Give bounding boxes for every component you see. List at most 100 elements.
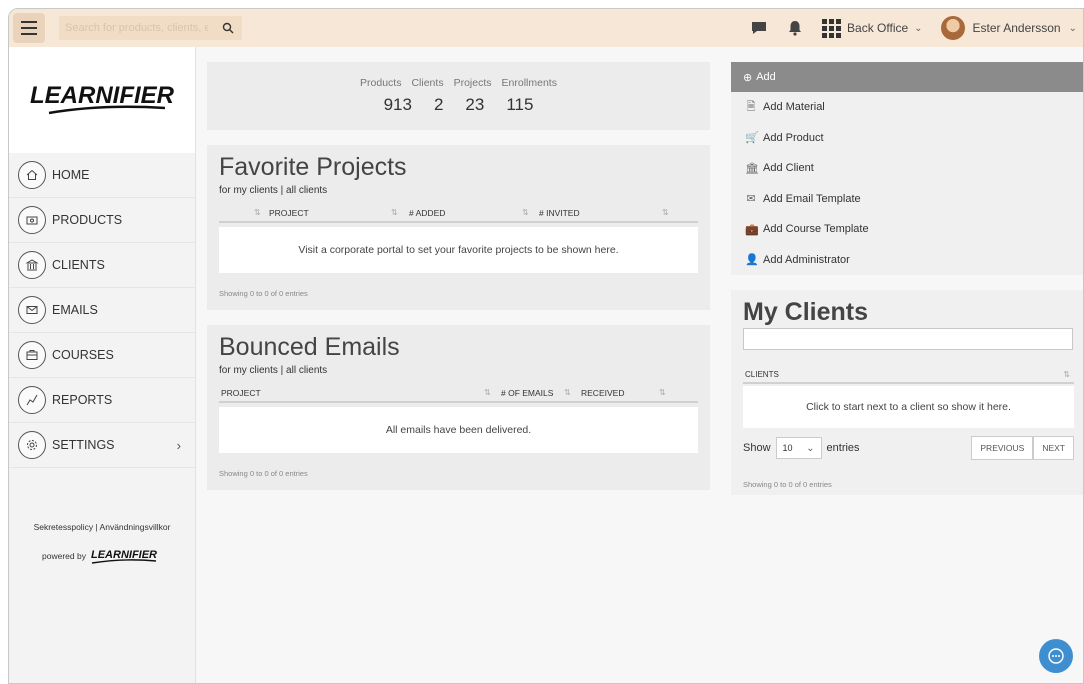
- entries-label: entries: [826, 442, 860, 454]
- envelope-icon: ✉: [746, 193, 756, 206]
- empty-table-message: Visit a corporate portal to set your fav…: [219, 227, 698, 273]
- add-material-link[interactable]: 🗎 Add Material: [731, 92, 1083, 123]
- learnifier-small-logo: LEARNIFIER: [91, 549, 157, 564]
- table-info: Showing 0 to 0 of 0 entries: [219, 469, 308, 478]
- back-office-label: Back Office: [847, 21, 909, 35]
- plus-circle-icon: ⊕: [743, 71, 753, 84]
- search-input[interactable]: [59, 16, 214, 40]
- stat-value-enrollments: 115: [506, 95, 534, 114]
- chevron-down-icon: ⌄: [914, 22, 923, 34]
- chevron-right-icon: ›: [176, 437, 181, 453]
- column-header-emails[interactable]: # OF EMAILS: [501, 388, 553, 398]
- legal-links[interactable]: Sekretesspolicy | Användningsvillkor: [9, 522, 195, 532]
- sidebar-item-emails[interactable]: EMAILS: [9, 288, 195, 333]
- sidebar-item-label: REPORTS: [52, 393, 113, 407]
- sidebar-item-home[interactable]: HOME: [9, 153, 195, 198]
- chevron-down-icon: ⌄: [1068, 22, 1077, 34]
- stat-value-products: 913: [383, 95, 412, 114]
- clients-search-input[interactable]: [743, 328, 1073, 350]
- svg-text:LEARNIFIER: LEARNIFIER: [91, 549, 157, 561]
- stat-label-enrollments: Enrollments: [501, 77, 557, 89]
- search-icon[interactable]: [214, 16, 242, 40]
- add-course-template-link[interactable]: 💼 Add Course Template: [731, 214, 1083, 245]
- learnifier-logo[interactable]: LEARNIFIER: [9, 47, 195, 153]
- bell-icon[interactable]: [786, 19, 804, 37]
- column-header-invited[interactable]: # INVITED: [539, 208, 580, 218]
- bounced-emails-panel: Bounced Emails for my clients | all clie…: [207, 325, 710, 490]
- column-header-added[interactable]: # ADDED: [409, 208, 445, 218]
- add-menu-title: Add: [756, 71, 776, 83]
- table-header: CLIENTS ⇅: [743, 362, 1074, 384]
- favorite-projects-panel: Favorite Projects for my clients | all c…: [207, 145, 710, 310]
- empty-table-message: Click to start next to a client so show …: [743, 386, 1074, 428]
- sort-icon[interactable]: ⇅: [254, 208, 261, 217]
- sort-icon[interactable]: ⇅: [522, 208, 529, 217]
- stat-label-projects: Projects: [453, 77, 492, 89]
- add-administrator-link[interactable]: 👤 Add Administrator: [731, 245, 1083, 276]
- column-header-clients[interactable]: CLIENTS: [745, 370, 779, 379]
- stats-panel: Products Clients Projects Enrollments 91…: [207, 62, 710, 130]
- sort-icon[interactable]: ⇅: [484, 388, 491, 397]
- add-email-template-link[interactable]: ✉ Add Email Template: [731, 184, 1083, 215]
- chat-icon[interactable]: [750, 19, 768, 37]
- table-info: Showing 0 to 0 of 0 entries: [743, 480, 832, 489]
- user-menu[interactable]: Ester Andersson ⌄: [940, 16, 1077, 40]
- sidebar-item-clients[interactable]: CLIENTS: [9, 243, 195, 288]
- powered-by: powered by LEARNIFIER: [9, 546, 195, 566]
- add-product-label: Add Product: [763, 131, 824, 144]
- sidebar-item-label: SETTINGS: [52, 438, 115, 452]
- add-menu-header: ⊕ Add: [731, 62, 1083, 92]
- column-header-project[interactable]: PROJECT: [221, 388, 261, 398]
- pagination: PREVIOUS NEXT: [971, 436, 1074, 460]
- sidebar-item-label: EMAILS: [52, 303, 98, 317]
- home-icon: [18, 161, 46, 189]
- support-chat-icon[interactable]: [1039, 639, 1073, 673]
- next-button[interactable]: NEXT: [1033, 436, 1074, 460]
- sort-icon[interactable]: ⇅: [659, 388, 666, 397]
- user-plus-icon: 👤: [745, 254, 759, 267]
- envelope-icon: [18, 296, 46, 324]
- gear-icon: [18, 431, 46, 459]
- show-label: Show: [743, 442, 771, 454]
- sort-icon[interactable]: ⇅: [564, 388, 571, 397]
- cart-icon: 🛒: [745, 132, 759, 145]
- sidebar-item-settings[interactable]: SETTINGS ›: [9, 423, 195, 468]
- sidebar-item-label: PRODUCTS: [52, 213, 123, 227]
- previous-button[interactable]: PREVIOUS: [971, 436, 1034, 460]
- favorite-projects-title: Favorite Projects: [219, 153, 407, 181]
- column-header-project[interactable]: PROJECT: [269, 208, 309, 218]
- table-header: PROJECT ⇅ # OF EMAILS ⇅ RECEIVED ⇅: [219, 383, 698, 403]
- client-filter-links[interactable]: for my clients | all clients: [219, 365, 327, 376]
- user-name: Ester Andersson: [972, 21, 1061, 35]
- sidebar-item-reports[interactable]: REPORTS: [9, 378, 195, 423]
- add-email-template-label: Add Email Template: [763, 192, 861, 205]
- back-office-switcher[interactable]: Back Office ⌄: [822, 18, 923, 38]
- sort-icon[interactable]: ⇅: [391, 208, 398, 217]
- add-administrator-label: Add Administrator: [763, 253, 850, 266]
- sidebar-item-products[interactable]: PRODUCTS: [9, 198, 195, 243]
- sidebar-item-courses[interactable]: COURSES: [9, 333, 195, 378]
- briefcase-icon: [18, 341, 46, 369]
- sort-icon[interactable]: ⇅: [662, 208, 669, 217]
- chevron-down-icon: ⌄: [806, 442, 815, 454]
- add-menu-panel: ⊕ Add 🗎 Add Material 🛒 Add Product 🏛 Add Cl…: [731, 62, 1083, 276]
- my-clients-title: My Clients: [743, 298, 869, 326]
- stat-label-products: Products: [360, 77, 402, 89]
- add-course-template-label: Add Course Template: [763, 223, 869, 236]
- stat-value-clients: 2: [433, 95, 444, 114]
- menu-toggle-icon[interactable]: [13, 13, 45, 43]
- sort-icon[interactable]: ⇅: [1063, 370, 1070, 379]
- bounced-emails-title: Bounced Emails: [219, 333, 400, 361]
- column-header-received[interactable]: RECEIVED: [581, 388, 624, 398]
- app-frame: Back Office ⌄ Ester Andersson ⌄ LEARNIFI…: [8, 8, 1084, 684]
- add-client-link[interactable]: 🏛 Add Client: [731, 153, 1083, 184]
- stat-label-clients: Clients: [411, 77, 444, 89]
- empty-table-message: All emails have been delivered.: [219, 407, 698, 453]
- grid-icon: [822, 18, 842, 38]
- add-material-label: Add Material: [763, 101, 825, 114]
- sidebar-item-label: CLIENTS: [52, 258, 105, 272]
- client-filter-links[interactable]: for my clients | all clients: [219, 185, 327, 196]
- add-product-link[interactable]: 🛒 Add Product: [731, 123, 1083, 154]
- page-size-select[interactable]: 10 ⌄: [775, 437, 822, 459]
- product-icon: [18, 206, 46, 234]
